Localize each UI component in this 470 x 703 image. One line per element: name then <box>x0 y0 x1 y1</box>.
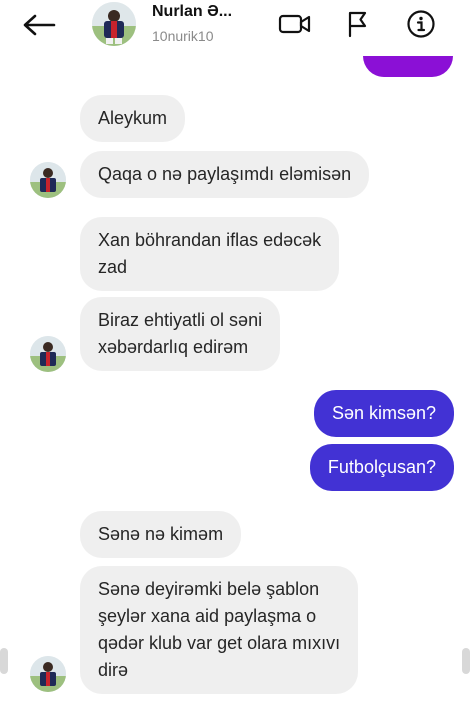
video-call-button[interactable] <box>278 9 312 39</box>
message-text: Qaqa o nə paylaşımdı eləmisən <box>98 164 352 184</box>
message-text: Futbolçusan? <box>327 457 436 477</box>
flag-icon <box>348 11 367 38</box>
message-text: Aleykum <box>98 108 168 128</box>
edge-mark <box>462 648 470 674</box>
message-text: Sənə nə kiməm <box>98 524 224 544</box>
sender-avatar[interactable] <box>30 162 66 198</box>
video-call-icon <box>278 14 311 34</box>
message-text: Sən kimsən? <box>331 403 436 423</box>
message-bubble-outgoing[interactable]: Sən kimsən? <box>313 390 454 437</box>
message-bubble-incoming[interactable]: Sənə deyirəmki belə şablon şeylər xana a… <box>80 566 359 694</box>
message-bubble-partial <box>363 56 453 77</box>
contact-avatar[interactable] <box>92 2 136 46</box>
message-text: Sənə deyirəmki belə şablon <box>98 579 320 599</box>
report-button[interactable] <box>341 9 375 39</box>
message-bubble-incoming[interactable]: Sənə nə kiməm <box>80 511 242 558</box>
message-text: zad <box>98 257 128 277</box>
message-bubble-incoming[interactable]: Qaqa o nə paylaşımdı eləmisən <box>80 151 370 198</box>
message-text: Xan böhrandan iflas edəcək <box>98 230 322 250</box>
message-text: şeylər xana aid paylaşma o <box>98 606 317 626</box>
info-icon <box>407 10 435 38</box>
message-bubble-outgoing[interactable]: Futbolçusan? <box>309 444 454 491</box>
message-text: qədər klub var get olara mıxıvı <box>98 633 341 653</box>
contact-username: 10nurik10 <box>152 28 214 44</box>
message-bubble-incoming[interactable]: Biraz ehtiyatli ol səni xəbərdarlıq edir… <box>80 297 281 371</box>
message-bubble-incoming[interactable]: Xan böhrandan iflas edəcək zad <box>80 217 340 291</box>
back-button[interactable] <box>22 10 62 40</box>
message-text: dirə <box>98 660 129 680</box>
message-bubble-incoming[interactable]: Aleykum <box>80 95 186 142</box>
sender-avatar[interactable] <box>30 656 66 692</box>
info-button[interactable] <box>404 9 438 39</box>
edge-mark <box>0 648 8 674</box>
sender-avatar[interactable] <box>30 336 66 372</box>
message-text: xəbərdarlıq edirəm <box>98 337 249 357</box>
chat-header: Nurlan Ə... 10nurik10 <box>0 0 470 52</box>
contact-name[interactable]: Nurlan Ə... <box>152 3 232 21</box>
back-arrow-icon <box>23 14 56 36</box>
message-text: Biraz ehtiyatli ol səni <box>98 310 263 330</box>
